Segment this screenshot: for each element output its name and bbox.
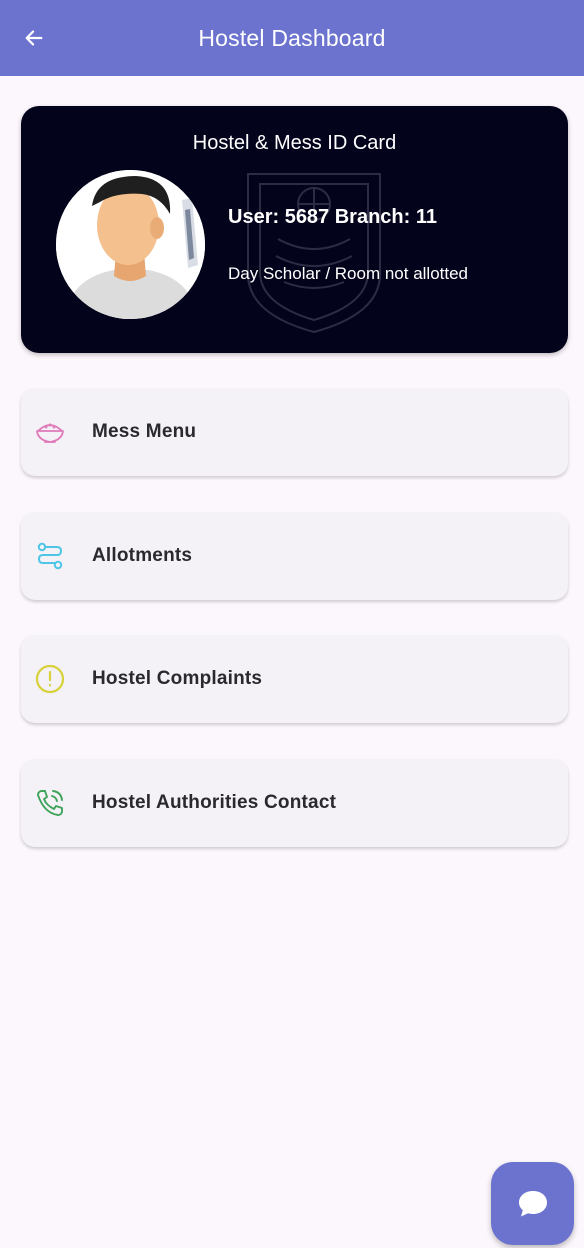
menu-item-label: Allotments <box>92 545 193 566</box>
id-card-title: Hostel & Mess ID Card <box>192 132 397 154</box>
menu-item-label: Hostel Complaints <box>92 668 263 689</box>
user-avatar-icon <box>56 170 205 319</box>
back-button[interactable] <box>14 18 54 58</box>
user-info: User: 5687 Branch: 11 <box>228 206 438 228</box>
page-title: Hostel Dashboard <box>198 24 386 51</box>
app-bar: Hostel Dashboard <box>0 0 584 76</box>
menu-item-mess-menu[interactable]: Mess Menu <box>21 388 568 476</box>
phone-call-icon <box>34 787 66 819</box>
rice-bowl-icon <box>34 416 66 448</box>
menu-item-label: Hostel Authorities Contact <box>92 792 337 813</box>
menu-item-allotments[interactable]: Allotments <box>21 512 568 600</box>
avatar <box>56 170 205 319</box>
institute-emblem-watermark <box>247 173 381 334</box>
route-icon <box>34 540 66 572</box>
chat-button[interactable] <box>491 1162 574 1245</box>
menu-item-authorities-contact[interactable]: Hostel Authorities Contact <box>21 759 568 847</box>
id-card: Hostel & Mess ID Card User: 5687 Branch:… <box>21 106 568 353</box>
arrow-left-icon <box>25 30 43 46</box>
chat-bubble-icon <box>518 1190 547 1216</box>
menu-item-label: Mess Menu <box>92 421 197 442</box>
alert-circle-icon <box>34 663 66 695</box>
menu-item-hostel-complaints[interactable]: Hostel Complaints <box>21 635 568 723</box>
room-status: Day Scholar / Room not allotted <box>228 264 469 283</box>
